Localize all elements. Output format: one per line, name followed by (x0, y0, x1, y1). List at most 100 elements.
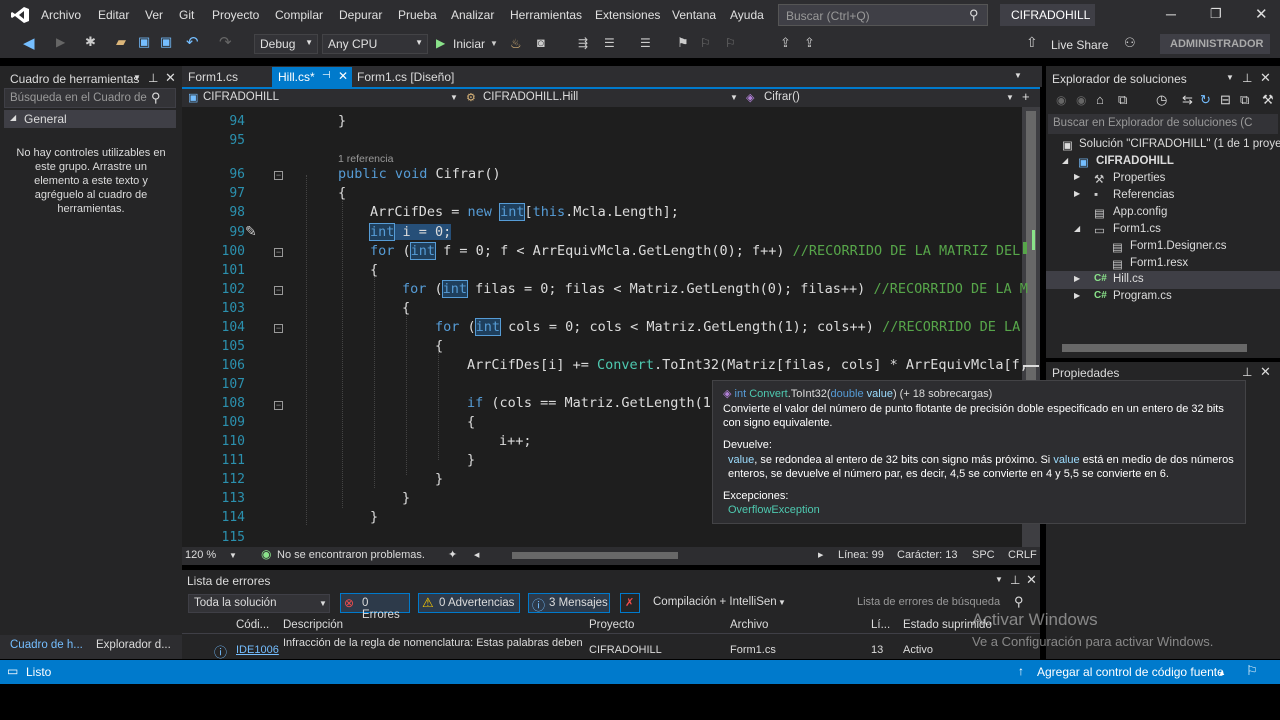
pending-changes-icon[interactable]: ◷ (1156, 92, 1167, 108)
new-project-icon[interactable]: ✱ (85, 34, 96, 50)
minimize-icon[interactable]: ─ (1166, 6, 1176, 22)
comment-icon[interactable]: ☰ (604, 36, 615, 50)
col-description[interactable]: Descripción (283, 619, 343, 631)
close-icon[interactable]: ✕ (1260, 364, 1271, 380)
tree-properties[interactable]: Properties (1113, 172, 1165, 184)
save-icon[interactable]: ▣ (138, 34, 150, 50)
tab-hill-cs[interactable]: Hill.cs* ⊣ ✕ (272, 67, 352, 87)
expand-icon[interactable]: ▶ (1074, 172, 1080, 181)
redo-icon[interactable]: ↷ (219, 33, 232, 51)
whitespace-indicator[interactable]: SPC (972, 549, 995, 561)
pin-icon[interactable]: ⊥ (148, 71, 158, 85)
notifications-icon[interactable]: ⚐ (1246, 663, 1258, 679)
menu-depurar[interactable]: Depurar (339, 8, 382, 22)
zoom-select[interactable]: 120 % (185, 549, 216, 561)
close-icon[interactable]: ✕ (338, 69, 348, 83)
menu-prueba[interactable]: Prueba (398, 8, 437, 22)
forward-icon[interactable]: ◉ (1076, 93, 1086, 107)
prev-bookmark-icon[interactable]: ⚐ (700, 36, 711, 50)
nav-class-select[interactable]: CIFRADOHILL.Hill (483, 91, 578, 103)
errors-filter-button[interactable]: ⊗ 0 Errores (340, 593, 410, 621)
restore-icon[interactable]: ❐ (1210, 6, 1222, 22)
nav-project-select[interactable]: CIFRADOHILL (203, 91, 279, 103)
expand-icon[interactable]: ◢ (1062, 156, 1068, 165)
start-button[interactable]: ▶ Iniciar ▼ (434, 34, 504, 54)
sync-icon[interactable]: ⇆ (1182, 92, 1193, 108)
uncomment-icon[interactable]: ☰ (640, 36, 651, 50)
expand-icon[interactable]: ▶ (1074, 189, 1080, 198)
col-file[interactable]: Archivo (730, 619, 768, 631)
close-window-icon[interactable]: ✕ (1255, 5, 1268, 23)
expand-icon[interactable]: ◢ (1074, 224, 1080, 233)
platform-select[interactable]: Any CPU ▼ (322, 34, 428, 54)
toolbox-dropdown-icon[interactable]: ▼ (133, 73, 141, 82)
configuration-select[interactable]: Debug ▼ (254, 34, 318, 54)
tab-overflow-icon[interactable]: ▼ (1014, 71, 1022, 80)
pin-icon[interactable]: ⊥ (1242, 365, 1252, 379)
home-icon[interactable]: ⌂ (1096, 92, 1104, 107)
next-bookmark-icon[interactable]: ⚐ (725, 36, 736, 50)
panel-menu-icon[interactable]: ▼ (995, 575, 1003, 584)
back-icon[interactable]: ◉ (1056, 93, 1066, 107)
pin-icon[interactable]: ⊥ (1010, 573, 1020, 587)
panel-menu-icon[interactable]: ▼ (1226, 73, 1234, 82)
horizontal-scroll-thumb[interactable] (512, 552, 678, 559)
tree-form1-resx[interactable]: Form1.resx (1130, 257, 1188, 269)
tooltip-exception-link[interactable]: OverflowException (728, 504, 820, 516)
menu-archivo[interactable]: Archivo (41, 8, 81, 22)
tree-app-config[interactable]: App.config (1113, 206, 1167, 218)
menu-git[interactable]: Git (179, 8, 194, 22)
scope-select[interactable]: Toda la solución ▼ (188, 594, 330, 613)
menu-herramientas[interactable]: Herramientas (510, 8, 582, 22)
switch-views-icon[interactable]: ⧉ (1118, 92, 1127, 108)
toolbox-search-input[interactable]: Búsqueda en el Cuadro de ⚲ (4, 88, 176, 108)
tree-project[interactable]: CIFRADOHILL (1096, 155, 1174, 167)
line-ending-indicator[interactable]: CRLF (1008, 549, 1037, 561)
collapse-icon[interactable]: − (274, 401, 283, 410)
toolbox-group-general[interactable]: ◢ General (4, 110, 176, 128)
expand-icon[interactable]: ▶ (1074, 274, 1080, 283)
split-icon[interactable]: + (1022, 89, 1030, 104)
codelens-references[interactable]: 1 referencia (338, 153, 393, 165)
bookmark-icon[interactable]: ⚑ (677, 35, 689, 51)
live-share-button[interactable]: Live Share (1051, 38, 1108, 52)
tab-form1-cs[interactable]: Form1.cs (188, 70, 238, 84)
scroll-right-icon[interactable]: ▶ (818, 551, 823, 559)
solution-horizontal-scroll[interactable] (1062, 344, 1247, 352)
menu-ayuda[interactable]: Ayuda (730, 8, 764, 22)
pin-icon[interactable]: ⊣ (322, 70, 331, 81)
camera-icon[interactable]: ◙ (537, 35, 545, 50)
build-source-select[interactable]: Compilación + IntelliSen ▼ (650, 593, 790, 613)
collapse-icon[interactable]: − (274, 324, 283, 333)
tree-references[interactable]: Referencias (1113, 189, 1174, 201)
global-search-box[interactable]: Buscar (Ctrl+Q) ⚲ (778, 4, 988, 26)
close-icon[interactable]: ✕ (1260, 70, 1271, 86)
menu-editar[interactable]: Editar (98, 8, 129, 22)
menu-proyecto[interactable]: Proyecto (212, 8, 259, 22)
col-line[interactable]: Lí... (871, 619, 890, 631)
tab-form1-designer[interactable]: Form1.cs [Diseño] (357, 70, 454, 84)
table-row[interactable]: ⓘ IDE1006 Infracción de la regla de nome… (182, 635, 1040, 659)
tree-program-cs[interactable]: Program.cs (1113, 290, 1172, 302)
pin-icon[interactable]: ⊥ (1242, 71, 1252, 85)
save-all-icon[interactable]: ▣ (160, 34, 172, 50)
nav-method-select[interactable]: Cifrar() (764, 91, 800, 103)
menu-extensiones[interactable]: Extensiones (595, 8, 660, 22)
col-project[interactable]: Proyecto (589, 619, 634, 631)
col-code[interactable]: Códi... (236, 619, 269, 631)
expand-icon[interactable]: ▶ (1074, 291, 1080, 300)
tree-solution[interactable]: Solución "CIFRADOHILL" (1 de 1 proyec (1079, 138, 1280, 150)
code-cleanup-icon[interactable]: ✦ (448, 548, 457, 561)
solution-search-input[interactable]: Buscar en Explorador de soluciones (C (1048, 114, 1278, 134)
tree-form1[interactable]: Form1.cs (1113, 223, 1161, 235)
tab-server-explorer[interactable]: Explorador d... (96, 639, 171, 651)
menu-compilar[interactable]: Compilar (275, 8, 323, 22)
collapse-icon[interactable]: − (274, 286, 283, 295)
back-icon[interactable]: ◀ (23, 34, 35, 52)
collapse-all-icon[interactable]: ⊟ (1220, 92, 1231, 108)
undo-icon[interactable]: ↶ (186, 33, 199, 51)
messages-filter-button[interactable]: ⓘ 3 Mensajes (528, 593, 610, 613)
tree-form1-designer[interactable]: Form1.Designer.cs (1130, 240, 1227, 252)
close-icon[interactable]: ✕ (165, 70, 176, 86)
show-all-files-icon[interactable]: ⧉ (1240, 92, 1249, 108)
